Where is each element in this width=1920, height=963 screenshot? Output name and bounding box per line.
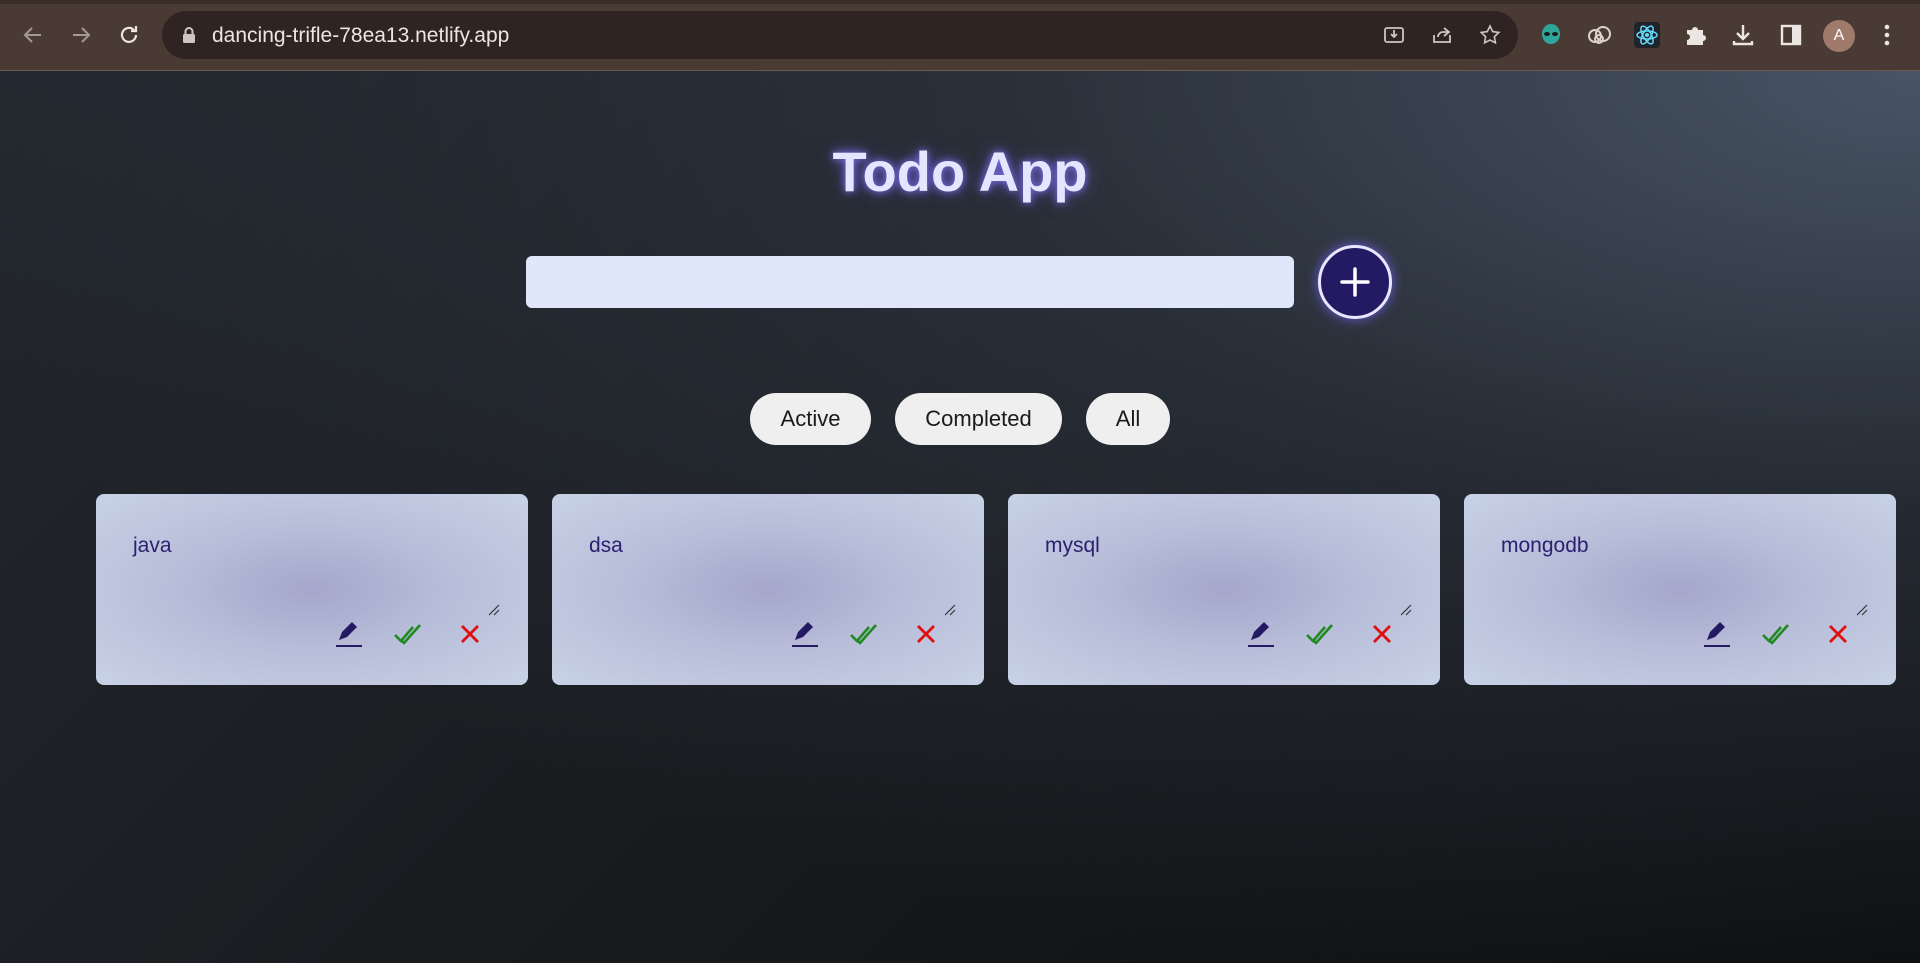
filter-completed-button[interactable]: Completed — [895, 393, 1062, 445]
install-app-button[interactable] — [1380, 21, 1408, 49]
delete-icon[interactable] — [910, 618, 942, 650]
extension-alien[interactable] — [1534, 18, 1568, 52]
install-icon — [1384, 27, 1404, 43]
profile-avatar[interactable]: A — [1823, 20, 1855, 52]
delete-icon[interactable] — [1822, 618, 1854, 650]
delete-icon[interactable] — [454, 618, 486, 650]
filter-all-button[interactable]: All — [1086, 393, 1170, 445]
downloads-button[interactable] — [1726, 18, 1760, 52]
download-icon — [1732, 25, 1754, 46]
puzzle-icon — [1687, 27, 1706, 45]
menu-button[interactable] — [1870, 18, 1904, 52]
edit-icon[interactable] — [788, 618, 820, 650]
reload-icon — [120, 26, 138, 43]
reload-button[interactable] — [112, 18, 146, 52]
extensions-button[interactable] — [1678, 18, 1712, 52]
plus-icon — [1340, 267, 1370, 297]
edit-icon[interactable] — [332, 618, 364, 650]
resize-handle-icon[interactable] — [944, 604, 956, 616]
todo-text: mysql — [1045, 534, 1100, 557]
side-panel-icon — [1780, 24, 1802, 46]
edit-icon[interactable] — [1700, 618, 1732, 650]
arrow-left-icon — [23, 27, 41, 43]
todo-text: java — [133, 534, 172, 557]
browser-toolbar: dancing-trifle-78ea13.netlify.app A — [0, 0, 1920, 71]
bookmark-button[interactable] — [1476, 21, 1504, 49]
todo-card: mongodb — [1464, 494, 1896, 685]
double-check-icon[interactable] — [392, 618, 424, 650]
share-button[interactable] — [1428, 21, 1456, 49]
share-icon — [1433, 27, 1451, 43]
tab-strip — [0, 0, 1920, 4]
extension-clouds[interactable] — [1582, 18, 1616, 52]
double-check-icon[interactable] — [1760, 618, 1792, 650]
address-bar[interactable]: dancing-trifle-78ea13.netlify.app — [162, 11, 1518, 59]
kebab-menu-icon — [1884, 24, 1890, 46]
todo-card: mysql — [1008, 494, 1440, 685]
back-button[interactable] — [16, 18, 50, 52]
todo-card: java — [96, 494, 528, 685]
alien-icon — [1542, 24, 1560, 44]
cloud-icon — [1588, 26, 1611, 44]
forward-button[interactable] — [64, 18, 98, 52]
extension-react-devtools[interactable] — [1630, 18, 1664, 52]
todo-card: dsa — [552, 494, 984, 685]
filter-active-button[interactable]: Active — [750, 393, 871, 445]
resize-handle-icon[interactable] — [1400, 604, 1412, 616]
resize-handle-icon[interactable] — [1856, 604, 1868, 616]
delete-icon[interactable] — [1366, 618, 1398, 650]
todo-input[interactable] — [526, 256, 1294, 308]
side-panel-button[interactable] — [1774, 18, 1808, 52]
page-title: Todo App — [832, 140, 1088, 203]
lock-icon — [183, 27, 195, 43]
url-text: dancing-trifle-78ea13.netlify.app — [212, 24, 510, 47]
todo-text: mongodb — [1501, 534, 1589, 557]
double-check-icon[interactable] — [1304, 618, 1336, 650]
arrow-right-icon — [73, 27, 91, 43]
resize-handle-icon[interactable] — [488, 604, 500, 616]
react-icon — [1634, 22, 1660, 48]
star-icon — [1479, 24, 1501, 45]
todo-text: dsa — [589, 534, 623, 557]
double-check-icon[interactable] — [848, 618, 880, 650]
edit-icon[interactable] — [1244, 618, 1276, 650]
add-todo-button[interactable] — [1318, 245, 1392, 319]
app-page: Todo App Active Completed All java dsa m… — [0, 71, 1920, 963]
